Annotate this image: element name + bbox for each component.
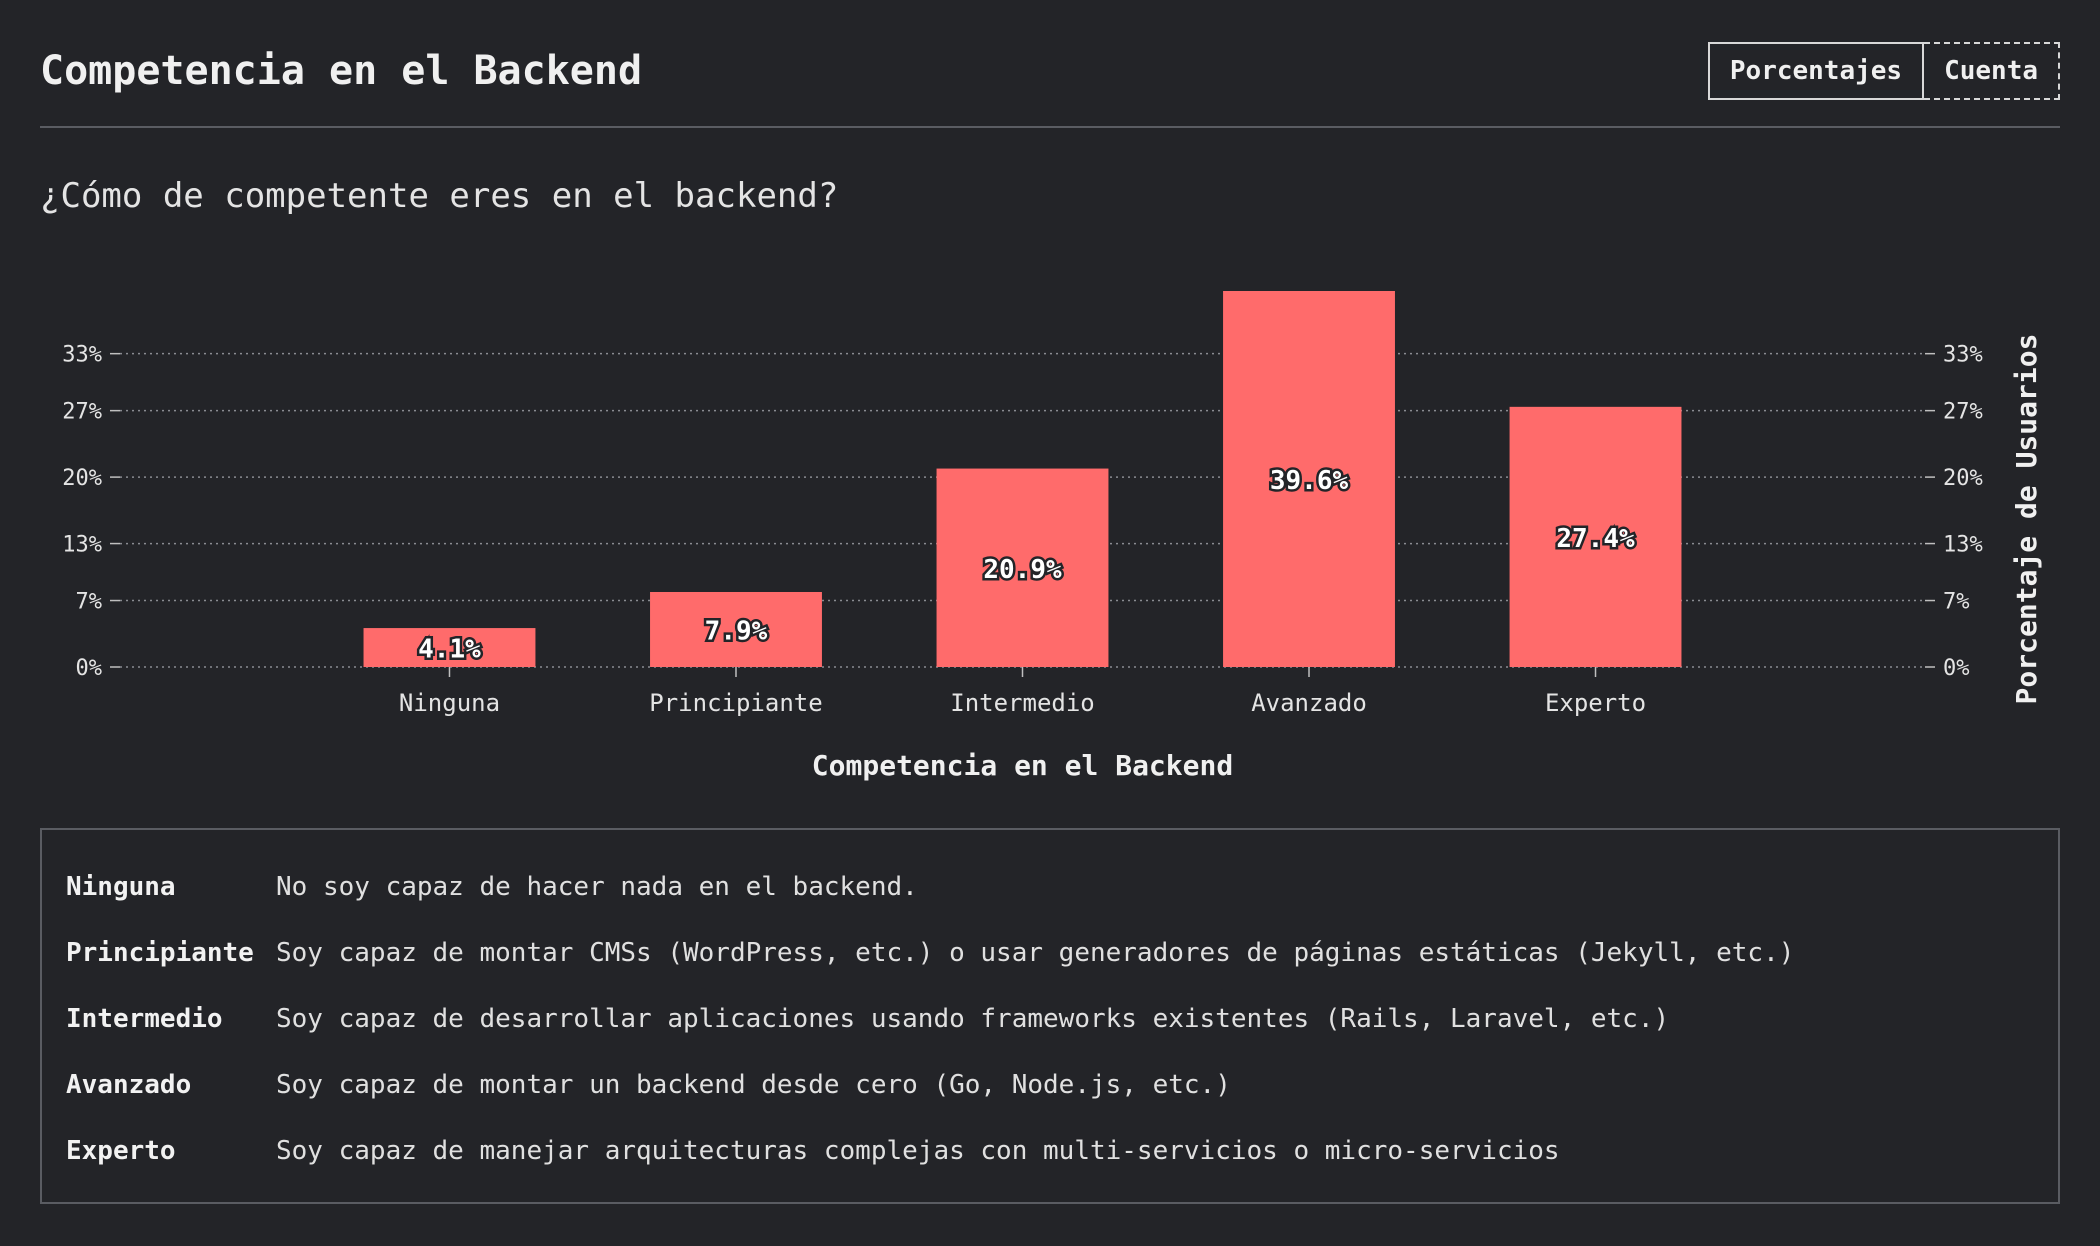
legend-description: Soy capaz de manejar arquitecturas compl…: [276, 1136, 1560, 1166]
legend-description: Soy capaz de montar CMSs (WordPress, etc…: [276, 938, 1795, 968]
bar-value-label: 4.1%: [418, 635, 481, 665]
block-header: Competencia en el Backend Porcentajes Cu…: [40, 40, 2060, 128]
y-tick-label-left: 0%: [76, 656, 103, 681]
y-tick-label-left: 20%: [62, 466, 102, 491]
x-category-label: Principiante: [649, 689, 822, 717]
legend-term: Ninguna: [66, 872, 176, 902]
y-tick-label-left: 13%: [62, 533, 102, 558]
legend-term: Principiante: [66, 938, 254, 968]
legend-row-avanzado: Avanzado Soy capaz de montar un backend …: [66, 1052, 2034, 1118]
y-axis-title: Porcentaje de Usuarios: [2010, 334, 2043, 705]
legend-box: Ninguna No soy capaz de hacer nada en el…: [40, 828, 2060, 1204]
question-text: ¿Cómo de competente eres en el backend?: [40, 176, 839, 216]
legend-description: Soy capaz de desarrollar aplicaciones us…: [276, 1004, 1670, 1034]
y-tick-label-left: 7%: [76, 590, 103, 615]
units-toggle: Porcentajes Cuenta: [1707, 42, 2060, 100]
legend-description: Soy capaz de montar un backend desde cer…: [276, 1070, 1231, 1100]
y-tick-label-left: 33%: [62, 343, 102, 368]
legend-term: Avanzado: [66, 1070, 192, 1100]
y-tick-label-right: 20%: [1943, 466, 1983, 491]
bar-value-label: 27.4%: [1556, 524, 1635, 554]
x-category-label: Avanzado: [1251, 689, 1367, 717]
legend-term: Experto: [66, 1136, 176, 1166]
y-tick-label-right: 27%: [1943, 400, 1983, 425]
bar-chart: 0% 0% 7% 7% 13% 13% 20% 20% 27% 27% 33% 33% 4.1% Ning…: [62, 291, 2043, 782]
y-tick-label-right: 13%: [1943, 533, 1983, 558]
percentages-button[interactable]: Porcentajes: [1707, 42, 1925, 100]
legend-row-experto: Experto Soy capaz de manejar arquitectur…: [66, 1118, 2034, 1184]
legend-row-intermedio: Intermedio Soy capaz de desarrollar apli…: [66, 986, 2034, 1052]
x-category-label: Intermedio: [950, 689, 1095, 717]
legend-row-ninguna: Ninguna No soy capaz de hacer nada en el…: [66, 854, 2034, 920]
block-title: Competencia en el Backend: [40, 48, 643, 94]
legend-term: Intermedio: [66, 1004, 223, 1034]
legend-description: No soy capaz de hacer nada en el backend…: [276, 872, 918, 902]
bar-value-label: 7.9%: [705, 616, 768, 646]
legend-row-principiante: Principiante Soy capaz de montar CMSs (W…: [66, 920, 2034, 986]
x-axis-title: Competencia en el Backend: [812, 749, 1233, 782]
y-tick-label-right: 33%: [1943, 343, 1983, 368]
y-tick-label-right: 0%: [1943, 656, 1970, 681]
x-category-label: Ninguna: [399, 689, 500, 717]
y-tick-label-right: 7%: [1943, 590, 1970, 615]
count-button[interactable]: Cuenta: [1924, 42, 2060, 100]
bar-value-label: 20.9%: [983, 555, 1062, 585]
y-tick-label-left: 27%: [62, 400, 102, 425]
x-category-label: Experto: [1545, 689, 1646, 717]
bar-value-label: 39.6%: [1270, 466, 1349, 496]
